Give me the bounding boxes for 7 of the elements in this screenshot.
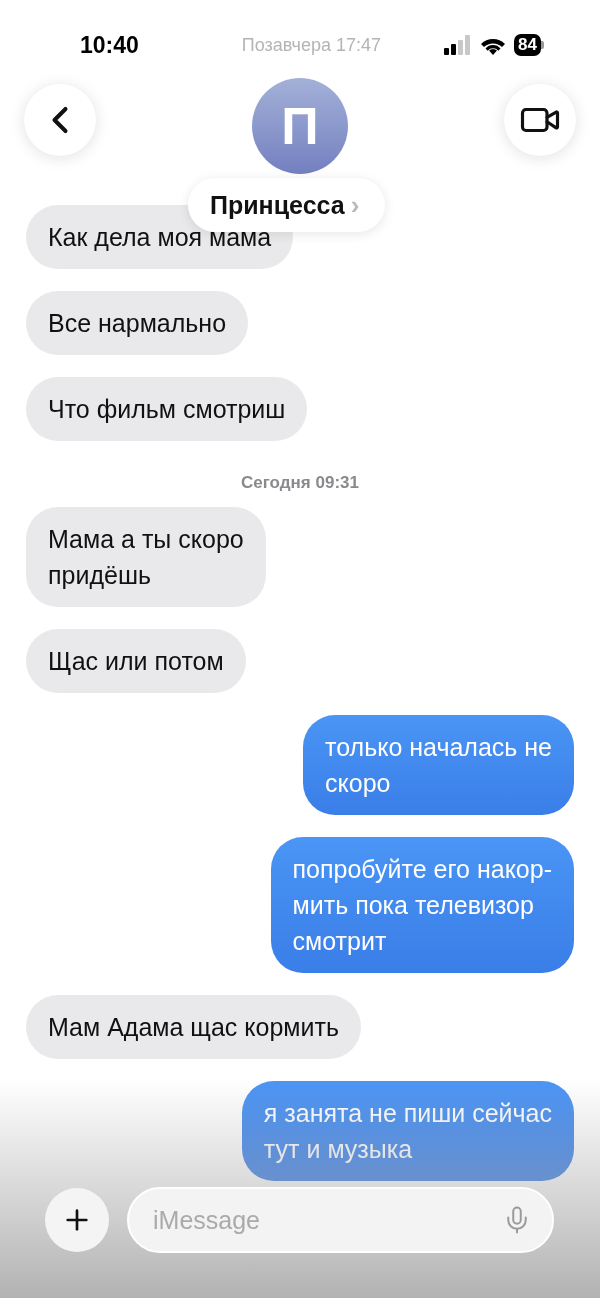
battery-icon: 84 bbox=[514, 34, 544, 56]
status-time: 10:40 bbox=[80, 31, 139, 59]
signal-icon bbox=[444, 35, 473, 55]
message-field[interactable]: iMessage bbox=[127, 1187, 554, 1253]
contact-name-button[interactable]: Принцесса › bbox=[188, 178, 386, 232]
date-divider: Сегодня 09:31 bbox=[241, 473, 359, 493]
message-timestamp: Позавчера 17:47 bbox=[240, 34, 382, 56]
